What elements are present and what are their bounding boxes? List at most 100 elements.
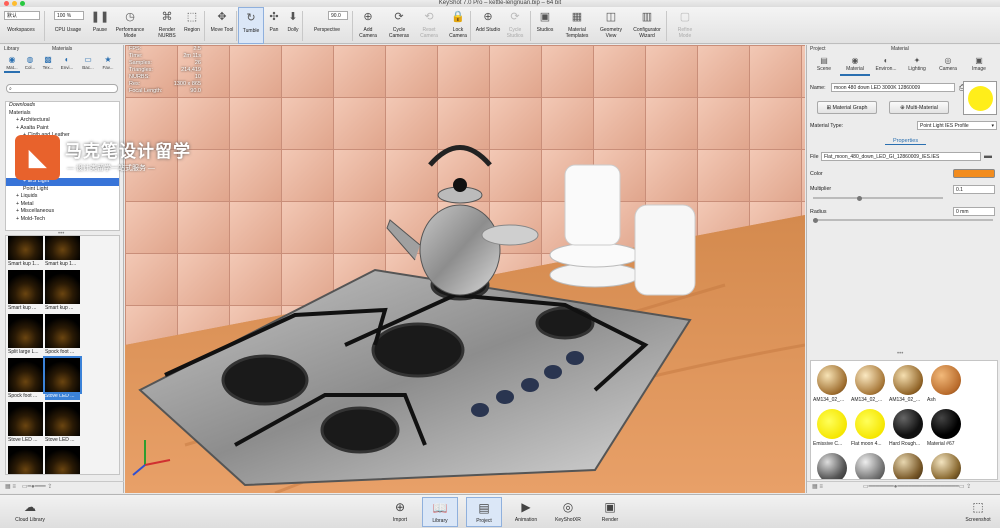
material-thumbnail[interactable]: Spock foot ... xyxy=(8,358,43,400)
material-thumbnail[interactable]: Smart kup ... xyxy=(8,270,43,312)
material-thumbnail[interactable]: Smart kup 1... xyxy=(45,236,80,268)
radius-input[interactable]: 0 mm xyxy=(953,207,995,216)
minimize-window-icon[interactable] xyxy=(12,1,17,6)
toolbar-configurator-button[interactable]: ▥ Configurator Wizard xyxy=(628,7,666,44)
toolbar-nurbs-button[interactable]: ⌘ Render NURBS xyxy=(150,7,184,44)
toolbar-material-templates-button[interactable]: ▦ Material Templates xyxy=(560,7,594,44)
render-button[interactable]: ▣ Render xyxy=(592,497,628,527)
toolbar-tumble-button[interactable]: ↻ Tumble xyxy=(238,7,264,44)
scene-material-ball[interactable] xyxy=(817,409,847,439)
tab-materials[interactable]: ◉ Mat... xyxy=(4,54,20,73)
splitter-handle-right[interactable]: ••• xyxy=(897,351,903,357)
radius-slider-knob[interactable] xyxy=(813,217,818,223)
material-thumbnail[interactable]: Smart kup ... xyxy=(45,270,80,312)
cloud-library-button[interactable]: ☁ Cloud Library xyxy=(10,497,50,527)
scene-material-ball[interactable] xyxy=(931,409,961,439)
toolbar-dolly-button[interactable]: ⬇ Dolly xyxy=(285,7,301,44)
tab-textures[interactable]: ▩ Tex... xyxy=(40,54,56,73)
screenshot-button[interactable]: ⬚ Screenshot xyxy=(958,497,998,527)
toolbar-workspaces-button[interactable]: Workspaces xyxy=(2,7,40,44)
tree-item[interactable]: + Metal xyxy=(6,201,119,209)
material-name-input[interactable]: moon 480 down LED 3000K 12860009 xyxy=(831,83,955,92)
keyshotxr-button[interactable]: ◎ KeyShotXR xyxy=(550,497,586,527)
toolbar-add-studio-button[interactable]: ⊕ Add Studio xyxy=(474,7,502,44)
toolbar-reset-camera-button[interactable]: ⟲ Reset Camera xyxy=(414,7,444,44)
folder-icon[interactable]: ▬ xyxy=(984,151,992,160)
scene-material-ball[interactable] xyxy=(817,365,847,395)
multiplier-slider[interactable] xyxy=(813,195,943,201)
scene-material-ball[interactable] xyxy=(817,453,847,479)
grid-view-icon[interactable]: ▦ ≡ xyxy=(5,484,16,490)
tab-material[interactable]: ◉ Material xyxy=(840,54,870,76)
tree-item[interactable]: Materials xyxy=(6,110,119,118)
scene-material-ball[interactable] xyxy=(855,453,885,479)
project-button[interactable]: ▤ Project xyxy=(466,497,502,527)
toolbar-cycle-cameras-button[interactable]: ⟳ Cycle Cameras xyxy=(384,7,414,44)
toolbar-cpu-button[interactable]: CPU Usage xyxy=(48,7,88,44)
material-thumbnail[interactable]: Stove LED ... xyxy=(8,402,43,444)
library-search-input[interactable]: ⌕ xyxy=(6,84,118,93)
material-thumbnail[interactable]: Spock foot ... xyxy=(45,314,80,356)
toolbar-studios-button[interactable]: ▣ Studios xyxy=(532,7,558,44)
tree-item[interactable]: + Axalta Paint xyxy=(6,125,119,133)
tab-image[interactable]: ▣ Image xyxy=(964,54,994,76)
toolbar-pan-button[interactable]: ✣ Pan xyxy=(266,7,282,44)
scene-material-ball[interactable] xyxy=(893,453,923,479)
toolbar-perspective-button[interactable]: Perspective xyxy=(308,7,346,44)
thumbnail-size-slider[interactable]: ▭━●━━━ ⇪ xyxy=(22,484,52,490)
tab-scene[interactable]: ▤ Scene xyxy=(809,54,839,76)
tree-item[interactable]: + Miscellaneous xyxy=(6,208,119,216)
scene-material-ball[interactable] xyxy=(855,365,885,395)
toolbar-add-camera-button[interactable]: ⊕ Add Camera xyxy=(354,7,382,44)
thumbnail-size-slider[interactable]: ▭━━━━━━━●━━━━━━━━━━━━━━━━━▭ ⇪ xyxy=(863,484,971,490)
toolbar-refine-button[interactable]: ▢ Refine Mode xyxy=(672,7,698,44)
move-icon: ✥ xyxy=(217,11,227,23)
tab-environ[interactable]: ◐ Environ... xyxy=(871,54,901,76)
scene-material-ball[interactable] xyxy=(855,409,885,439)
import-button[interactable]: ⊕ Import xyxy=(382,497,418,527)
multiplier-input[interactable]: 0.1 xyxy=(953,185,995,194)
ies-file-input[interactable]: Flat_moon_480_down_LED_GI_12860009_IES.I… xyxy=(821,152,981,161)
tree-item[interactable]: Downloads xyxy=(6,102,119,110)
material-thumbnail[interactable]: Stove LED ... xyxy=(8,446,43,474)
material-type-dropdown[interactable]: Point Light IES Profile ▾ xyxy=(917,121,997,130)
material-thumbnail[interactable]: Stove LED ... xyxy=(43,356,82,400)
toolbar-pause-button[interactable]: ❚❚ Pause xyxy=(88,7,112,44)
material-thumbnail[interactable]: Smart kup 1... xyxy=(8,236,43,268)
zoom-window-icon[interactable] xyxy=(20,1,25,6)
multiplier-slider-knob[interactable] xyxy=(857,195,862,201)
scene-material-ball[interactable] xyxy=(931,453,961,479)
tab-backplates[interactable]: ▭ Bac... xyxy=(80,54,96,73)
tab-camera[interactable]: ◎ Camera xyxy=(933,54,963,76)
scene-material-ball[interactable] xyxy=(931,365,961,395)
toolbar-cycle-studios-button[interactable]: ⟳ Cycle Studios xyxy=(502,7,528,44)
render-viewport[interactable]: FPS: 2.5 Time: 2m 11s Samples: 26 Triangles: 21… xyxy=(125,45,805,493)
radius-slider[interactable] xyxy=(813,217,993,223)
library-button[interactable]: 📖 Library xyxy=(422,497,458,527)
tree-item[interactable]: + Mold-Tech xyxy=(6,216,119,224)
toolbar-geometry-view-button[interactable]: ◫ Geometry View xyxy=(596,7,626,44)
toolbar-performance-button[interactable]: ◷ Performance Mode xyxy=(112,7,148,44)
toolbar-region-button[interactable]: ⬚ Region xyxy=(180,7,204,44)
scene-material-ball[interactable] xyxy=(893,409,923,439)
tab-properties[interactable]: Properties xyxy=(885,138,927,145)
tab-favorites[interactable]: ★ Fav... xyxy=(100,54,116,73)
tab-environments[interactable]: ◐ Envi... xyxy=(59,54,75,73)
toolbar-move-button[interactable]: ✥ Move Tool xyxy=(210,7,234,44)
tree-item[interactable]: + Architectural xyxy=(6,117,119,125)
tree-item[interactable]: Point Light xyxy=(6,186,119,194)
close-window-icon[interactable] xyxy=(4,1,9,6)
material-thumbnail[interactable]: Stove LED ... xyxy=(45,402,80,444)
tab-lighting[interactable]: ✦ Lighting xyxy=(902,54,932,76)
material-thumbnail[interactable]: Stove LED ... xyxy=(45,446,80,474)
scene-material-ball[interactable] xyxy=(893,365,923,395)
tab-colors[interactable]: ◍ Col... xyxy=(22,54,38,73)
material-graph-button[interactable]: ⊞ Material Graph xyxy=(817,101,877,114)
multi-material-button[interactable]: ⊕ Multi-Material xyxy=(889,101,949,114)
animation-button[interactable]: ▶ Animation xyxy=(508,497,544,527)
grid-view-icon[interactable]: ▦ ≡ xyxy=(812,484,823,490)
color-swatch[interactable] xyxy=(953,169,995,178)
material-thumbnail[interactable]: Split large L... xyxy=(8,314,43,356)
tree-item[interactable]: + Liquids xyxy=(6,193,119,201)
toolbar-lock-camera-button[interactable]: 🔒 Lock Camera xyxy=(444,7,472,44)
